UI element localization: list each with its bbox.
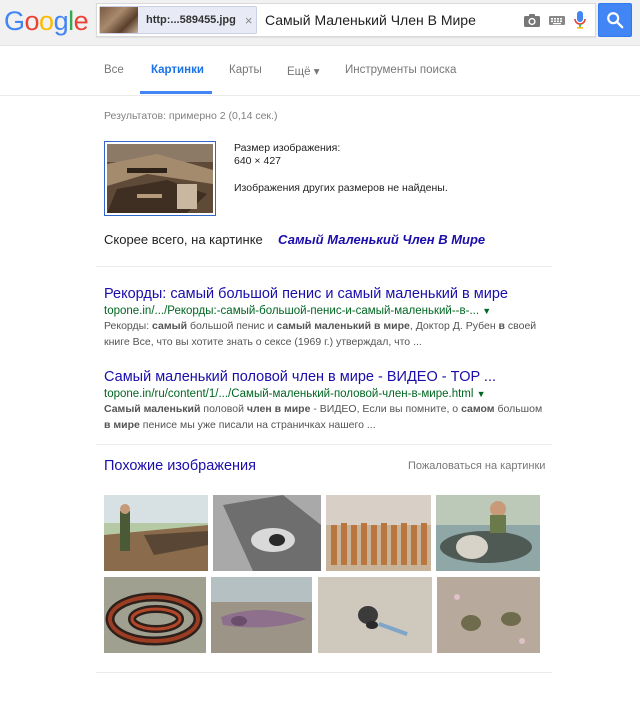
search-box[interactable]: http:...589455.jpg × Самый Маленький Чле… — [96, 3, 596, 37]
result-url-text[interactable]: topone.in/.../Рекорды:-самый-большой-пен… — [104, 305, 479, 317]
url-dropdown-icon[interactable]: ▼ — [482, 306, 491, 316]
no-other-sizes-text: Изображения других размеров не найдены. — [234, 182, 448, 194]
divider — [96, 444, 552, 445]
camera-icon[interactable] — [523, 12, 541, 28]
similar-image — [437, 577, 540, 653]
result-title[interactable]: Рекорды: самый большой пенис и самый мал… — [104, 286, 508, 302]
search-tabs: Все Картинки Карты Ещё ▾ Инструменты пои… — [0, 46, 640, 96]
query-image — [107, 144, 213, 213]
search-button[interactable] — [598, 3, 632, 37]
similar-image — [318, 577, 432, 653]
logo-letter: g — [53, 6, 69, 36]
chip-filename: http:...589455.jpg — [146, 14, 236, 26]
similar-image — [326, 495, 431, 571]
result-snippet: Самый маленький половой член в мире - ВИ… — [104, 403, 543, 431]
similar-image-thumbnail[interactable] — [213, 495, 321, 571]
results-count: Результатов: примерно 2 (0,14 сек.) — [104, 110, 278, 122]
search-image-chip[interactable]: http:...589455.jpg × — [99, 6, 257, 34]
similar-image-thumbnail[interactable] — [211, 577, 312, 653]
keyboard-icon[interactable] — [548, 12, 566, 28]
divider — [96, 266, 552, 267]
logo-letter: o — [24, 6, 40, 36]
best-guess-label: Скорее всего, на картинке — [104, 232, 263, 247]
result-url: topone.in/ru/content/1/.../Самый-маленьк… — [104, 388, 486, 400]
tab-all[interactable]: Все — [104, 64, 124, 76]
result-url: topone.in/.../Рекорды:-самый-большой-пен… — [104, 305, 491, 317]
similar-image-thumbnail[interactable] — [104, 577, 206, 653]
image-size-label: Размер изображения: — [234, 142, 341, 154]
url-dropdown-icon[interactable]: ▼ — [477, 389, 486, 399]
similar-image — [436, 495, 540, 571]
search-icon — [607, 12, 624, 29]
chip-close-icon[interactable]: × — [245, 13, 253, 28]
similar-image-thumbnail[interactable] — [104, 495, 208, 571]
result-title[interactable]: Самый маленький половой член в мире - ВИ… — [104, 369, 496, 385]
similar-image-thumbnail[interactable] — [436, 495, 540, 571]
logo-letter: G — [4, 6, 25, 36]
chip-thumbnail — [100, 7, 138, 33]
query-image-thumbnail[interactable] — [104, 141, 216, 216]
report-images-link[interactable]: Пожаловаться на картинки — [408, 460, 545, 472]
similar-image-thumbnail[interactable] — [326, 495, 431, 571]
tab-search-tools[interactable]: Инструменты поиска — [345, 64, 456, 76]
divider — [96, 672, 552, 673]
google-logo[interactable]: Google — [4, 6, 89, 37]
search-input[interactable]: Самый Маленький Член В Мире — [265, 12, 476, 28]
result-snippet: Рекорды: самый большой пенис и самый мал… — [104, 320, 537, 348]
active-tab-indicator — [140, 91, 212, 94]
best-guess-link[interactable]: Самый Маленький Член В Мире — [278, 232, 485, 247]
similar-image — [213, 495, 321, 571]
similar-image-thumbnail[interactable] — [437, 577, 540, 653]
similar-images-title[interactable]: Похожие изображения — [104, 458, 256, 474]
tab-more[interactable]: Ещё ▾ — [287, 64, 320, 78]
microphone-icon[interactable] — [571, 10, 589, 30]
result-url-text[interactable]: topone.in/ru/content/1/.../Самый-маленьк… — [104, 388, 473, 400]
image-size-value: 640 × 427 — [234, 155, 282, 167]
query-image-picture — [107, 144, 213, 213]
tab-maps[interactable]: Карты — [229, 64, 262, 76]
similar-image — [104, 495, 208, 571]
logo-letter: e — [73, 6, 89, 36]
top-bar: Google http:...589455.jpg × Самый Малень… — [0, 0, 640, 46]
tab-images[interactable]: Картинки — [151, 64, 204, 76]
similar-image — [104, 577, 206, 653]
similar-image — [211, 577, 312, 653]
logo-letter: o — [39, 6, 54, 36]
similar-image-thumbnail[interactable] — [318, 577, 432, 653]
